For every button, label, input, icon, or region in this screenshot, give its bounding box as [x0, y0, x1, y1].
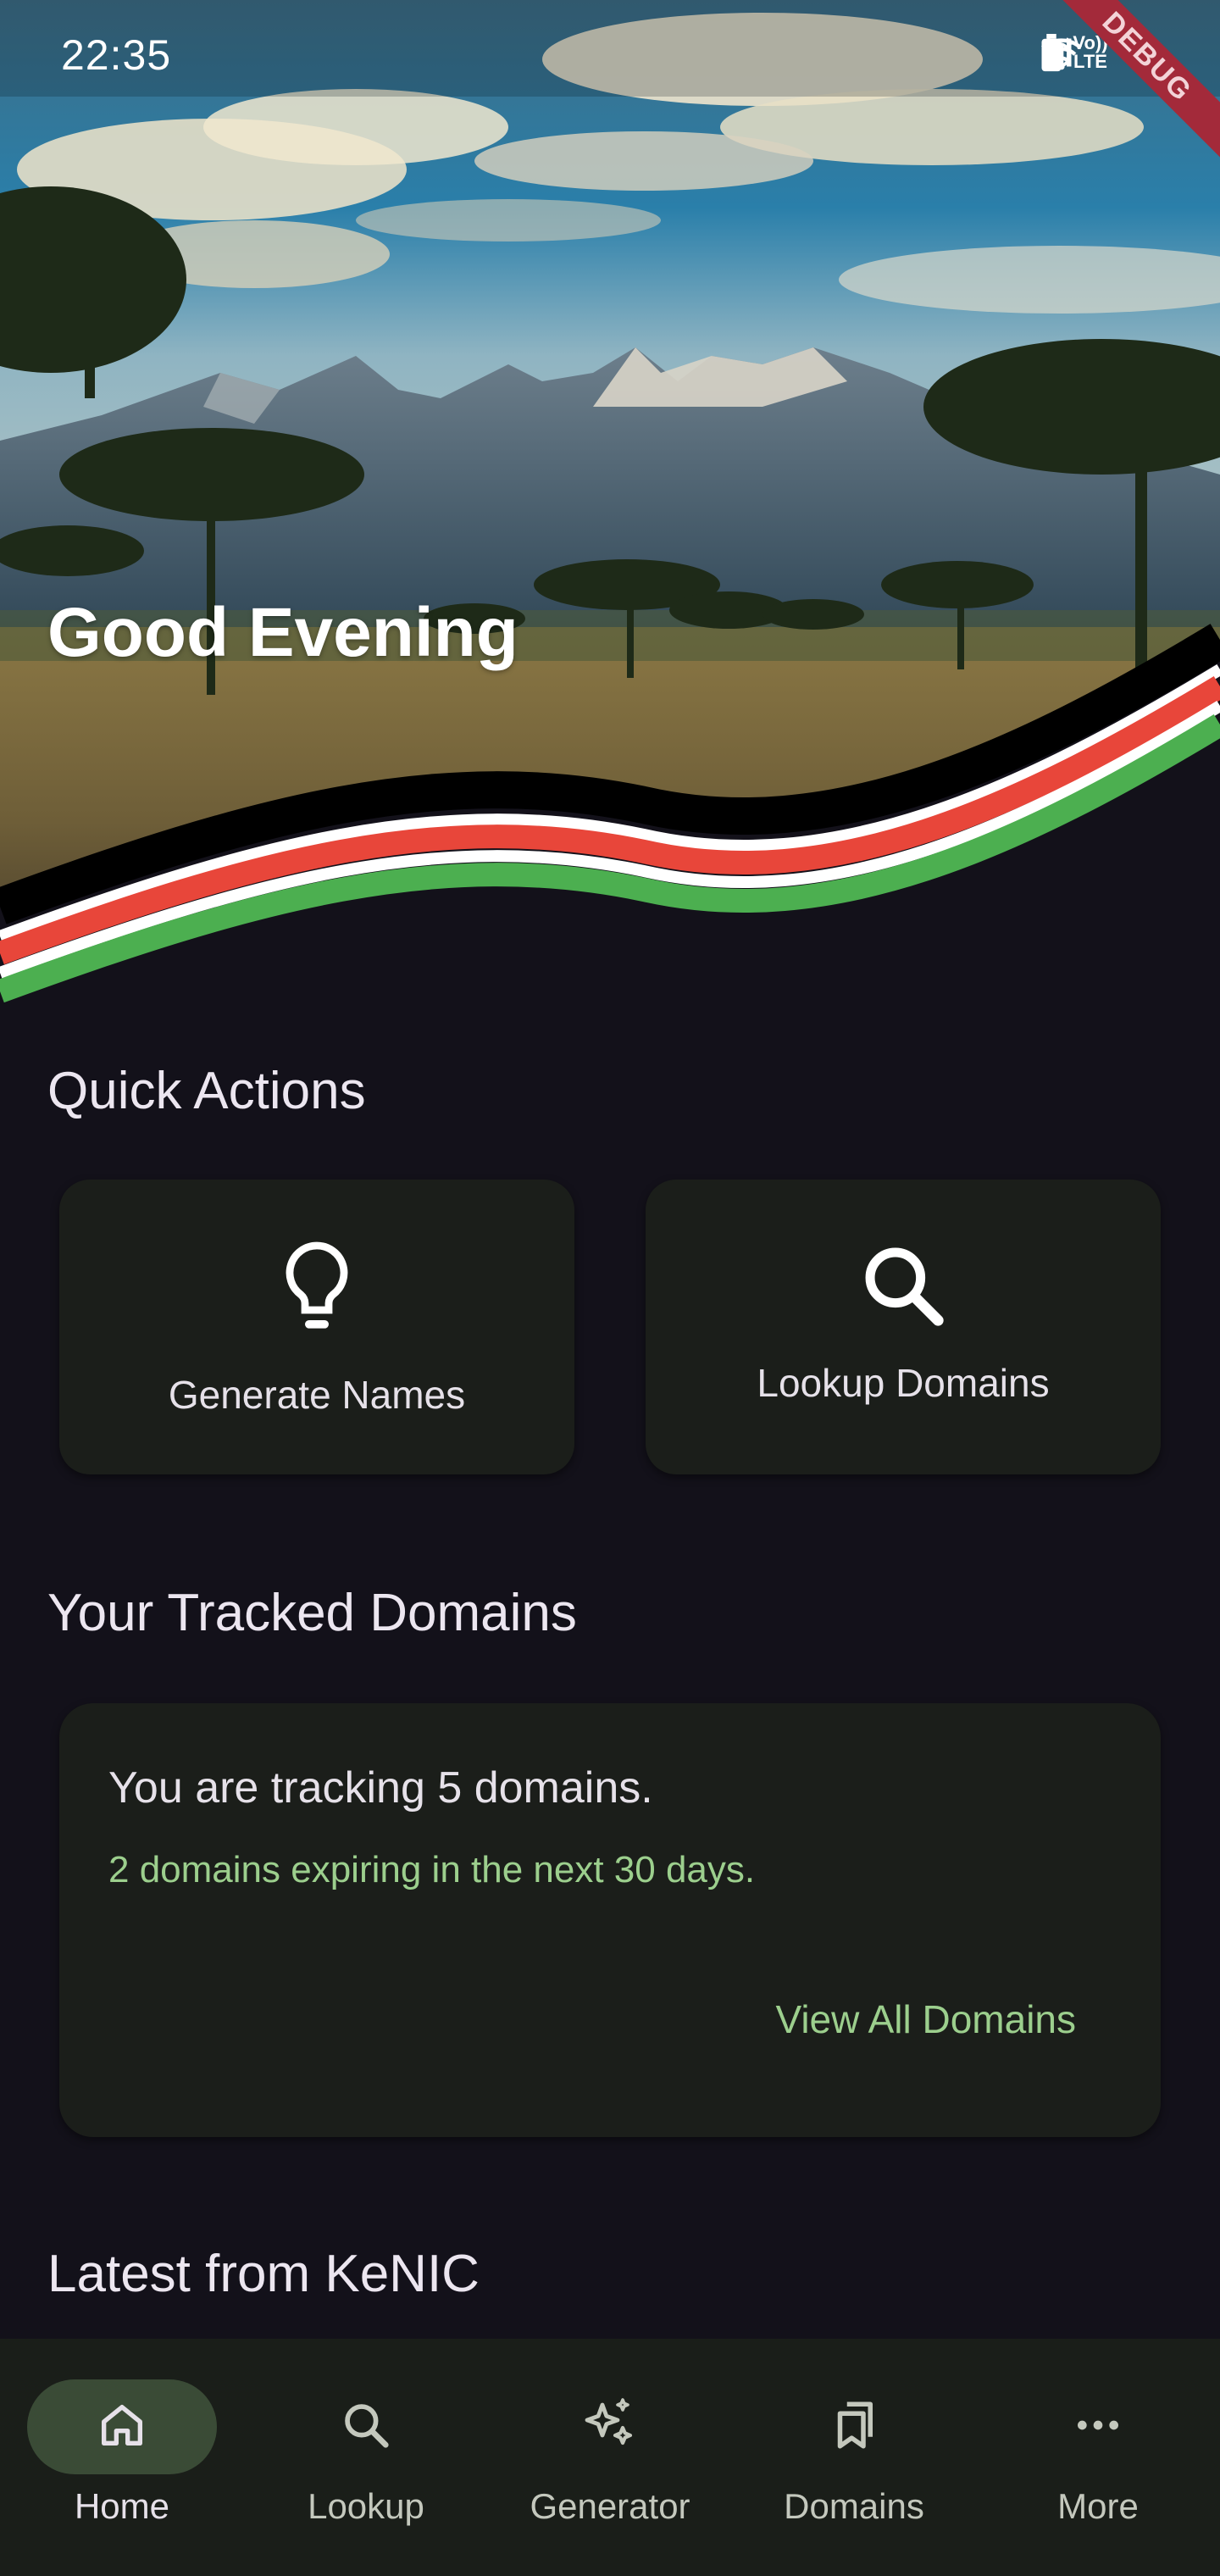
tracked-domains-title: Your Tracked Domains — [47, 1584, 577, 1642]
tracked-summary: You are tracking 5 domains. — [108, 1763, 653, 1813]
nav-label-generator: Generator — [530, 2486, 690, 2526]
sparkle-icon — [580, 2395, 640, 2460]
quick-actions-title: Quick Actions — [47, 1062, 366, 1120]
nav-item-home[interactable]: Home — [0, 2339, 244, 2576]
tracked-domains-card: You are tracking 5 domains. 2 domains ex… — [59, 1703, 1161, 2137]
nav-active-indicator — [27, 2379, 217, 2474]
lightbulb-icon — [276, 1239, 358, 1348]
generate-names-button[interactable]: Generate Names — [59, 1180, 574, 1474]
bottom-navigation: Home Lookup Generator Domains More — [0, 2339, 1220, 2576]
nav-item-generator[interactable]: Generator — [488, 2339, 732, 2576]
search-icon — [340, 2399, 392, 2456]
nav-label-more: More — [1057, 2486, 1139, 2526]
generate-names-label: Generate Names — [168, 1373, 466, 1417]
home-icon — [95, 2398, 149, 2457]
status-bar: 22:35 Vo)) LTE — [0, 0, 1220, 97]
latest-kenic-title: Latest from KeNIC — [47, 2245, 480, 2303]
nav-item-domains[interactable]: Domains — [732, 2339, 976, 2576]
lookup-domains-button[interactable]: Lookup Domains — [646, 1180, 1161, 1474]
bookmarks-icon — [826, 2397, 882, 2457]
greeting-title: Good Evening — [47, 594, 518, 671]
nav-label-lookup: Lookup — [308, 2486, 424, 2526]
expiring-notice: 2 domains expiring in the next 30 days. — [108, 1849, 756, 1890]
nav-label-home: Home — [74, 2486, 170, 2526]
status-time: 22:35 — [61, 31, 172, 79]
nav-label-domains: Domains — [784, 2486, 924, 2526]
search-icon — [857, 1239, 950, 1336]
more-icon — [1071, 2398, 1125, 2457]
view-all-domains-button[interactable]: View All Domains — [775, 1996, 1076, 2042]
lookup-domains-label: Lookup Domains — [757, 1361, 1050, 1405]
nav-item-lookup[interactable]: Lookup — [244, 2339, 488, 2576]
hero-banner: 22:35 Vo)) LTE DEBUG Good Evening — [0, 0, 1220, 1017]
nav-item-more[interactable]: More — [976, 2339, 1220, 2576]
hero-landscape-image — [0, 0, 1220, 1017]
